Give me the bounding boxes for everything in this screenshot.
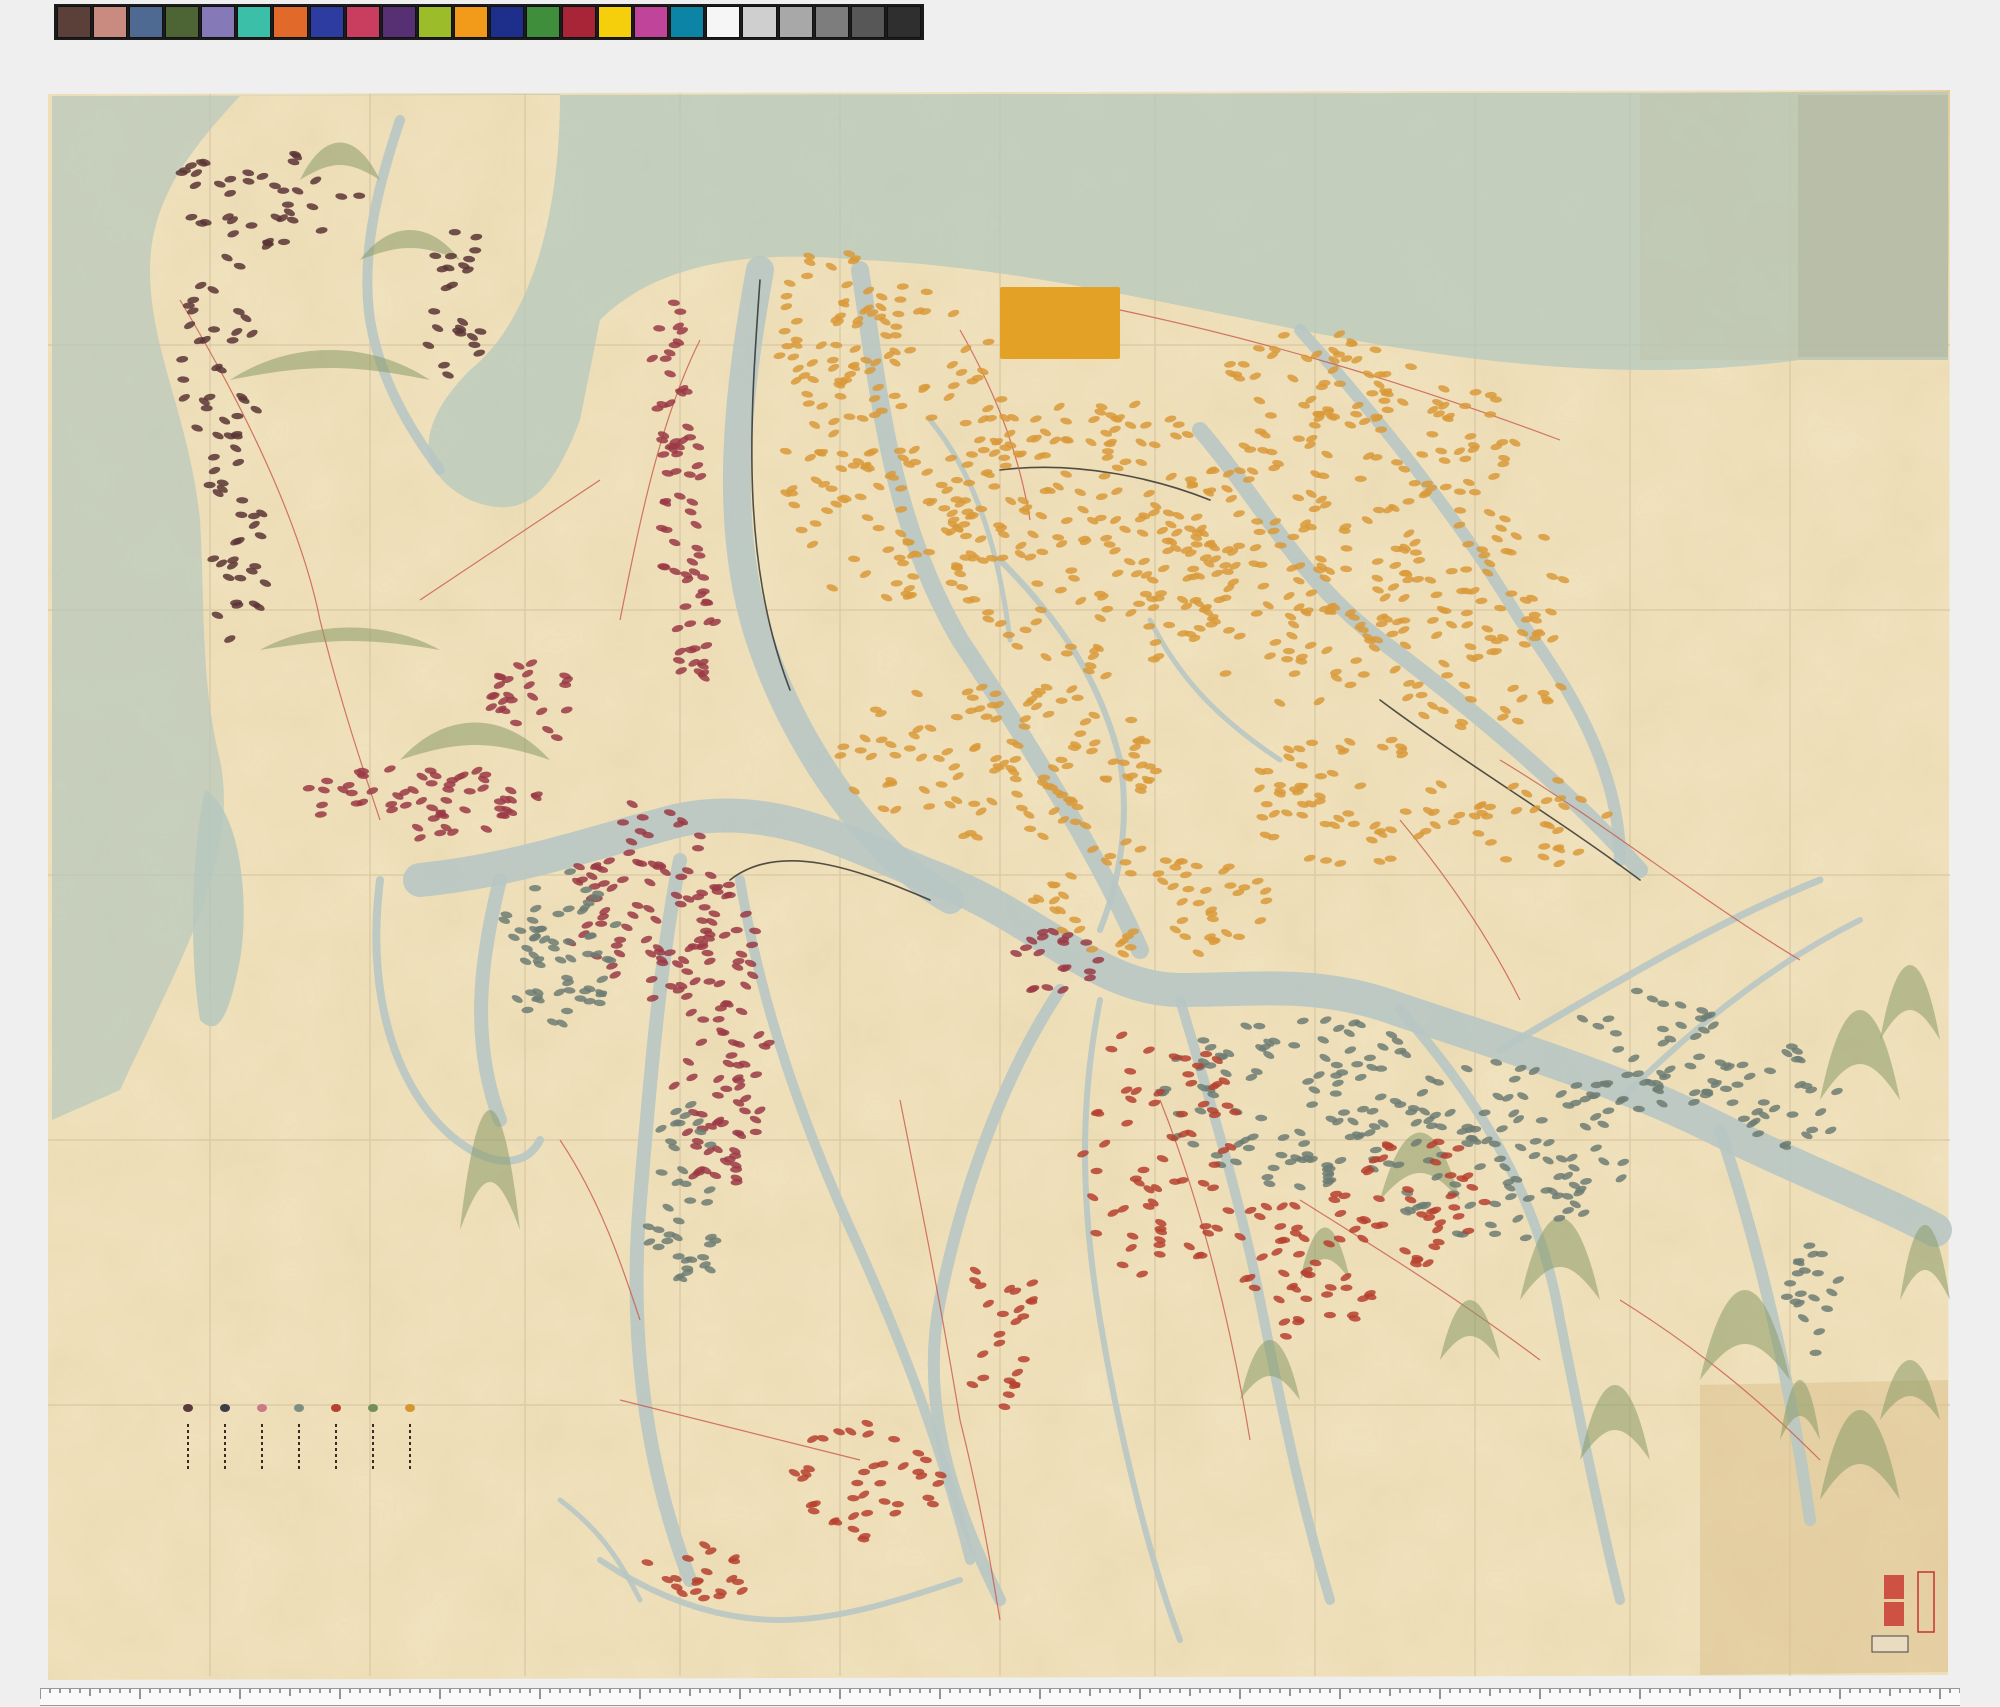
village-mark: [1208, 1161, 1221, 1168]
village-mark: [1378, 397, 1391, 404]
village-mark: [448, 229, 461, 236]
legend-swatch: [331, 1404, 341, 1412]
legend-swatch: [220, 1404, 230, 1412]
village-mark: [951, 476, 963, 484]
village-mark: [1200, 1050, 1213, 1058]
village-mark: [1143, 763, 1156, 770]
seal-stamp: [1884, 1602, 1904, 1626]
legend-swatch: [405, 1404, 415, 1412]
map-title-label: [1000, 287, 1120, 359]
village-mark: [1253, 528, 1266, 536]
village-mark: [1541, 698, 1554, 705]
legend-swatch: [257, 1404, 267, 1412]
village-mark: [854, 747, 867, 754]
village-mark: [684, 1197, 697, 1204]
legend-swatch: [294, 1404, 304, 1412]
ruler-ticks: [39, 1689, 1961, 1699]
village-mark: [1333, 351, 1345, 358]
village-mark: [1294, 782, 1307, 789]
archive-photo: [0, 0, 2000, 1707]
legend-swatch: [368, 1404, 378, 1412]
village-mark: [1017, 1356, 1030, 1363]
village-mark: [1306, 739, 1318, 746]
village-mark: [675, 873, 688, 880]
stained-bottom-right: [1700, 1380, 1948, 1675]
measurement-ruler: [39, 1688, 1961, 1706]
village-mark: [1281, 656, 1294, 663]
village-mark: [698, 904, 711, 911]
map-canvas: [48, 90, 1952, 1680]
inventory-label: [1871, 1635, 1909, 1653]
legend-swatch: [183, 1404, 193, 1412]
village-mark: [1179, 1055, 1192, 1062]
village-mark: [1242, 1144, 1255, 1152]
village-mark: [1175, 858, 1188, 865]
village-mark: [1002, 631, 1015, 639]
village-mark: [529, 885, 542, 892]
village-mark: [851, 1479, 864, 1487]
seal-stamp: [1884, 1575, 1904, 1599]
village-mark: [469, 247, 482, 254]
village-mark: [894, 296, 907, 303]
